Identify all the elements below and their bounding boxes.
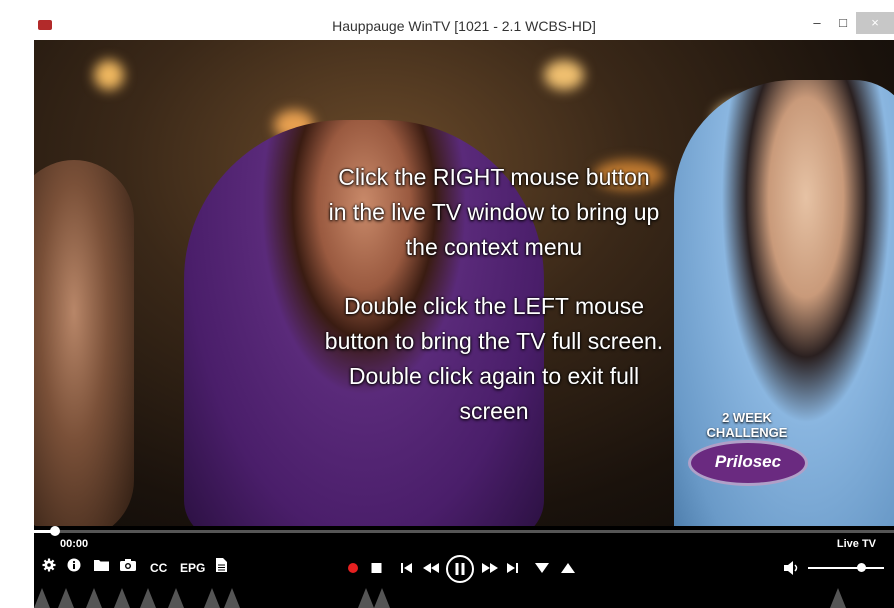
folder-icon[interactable] xyxy=(94,558,109,578)
callout-arrow xyxy=(86,588,102,608)
live-tv-label: Live TV xyxy=(836,538,876,550)
volume-slider[interactable] xyxy=(808,563,884,572)
background-light xyxy=(544,60,584,90)
record-icon[interactable] xyxy=(347,558,359,578)
background-light xyxy=(94,60,124,90)
callout-arrow xyxy=(114,588,130,608)
skip-back-icon[interactable] xyxy=(401,558,413,578)
ad-logo: 2 WEEK CHALLENGE Prilosec xyxy=(686,410,808,490)
minimize-button[interactable]: – xyxy=(804,12,830,34)
callout-arrow xyxy=(358,588,374,608)
callout-arrow xyxy=(34,588,50,608)
callout-arrow xyxy=(830,588,846,608)
title-bar[interactable]: Hauppauge WinTV [1021 - 2.1 WCBS-HD] – □… xyxy=(34,12,894,41)
callout-arrow xyxy=(204,588,220,608)
info-icon[interactable] xyxy=(67,558,81,578)
gear-icon[interactable] xyxy=(42,558,56,578)
right-click-hint: Click the RIGHT mouse button in the live… xyxy=(214,160,774,265)
callout-arrow xyxy=(224,588,240,608)
left-person xyxy=(34,160,134,532)
window-title: Hauppauge WinTV [1021 - 2.1 WCBS-HD] xyxy=(332,18,596,34)
seek-handle[interactable] xyxy=(49,526,60,536)
seek-bar[interactable] xyxy=(34,526,894,536)
wintv-window: Hauppauge WinTV [1021 - 2.1 WCBS-HD] – □… xyxy=(34,12,894,608)
skip-forward-icon[interactable] xyxy=(506,558,518,578)
hint-line: in the live TV window to bring up xyxy=(328,199,660,225)
rewind-icon[interactable] xyxy=(422,558,440,578)
hint-line: Double click the LEFT mouse xyxy=(344,293,644,319)
callout-arrow xyxy=(168,588,184,608)
hint-line: Click the RIGHT mouse button xyxy=(338,164,650,190)
pause-icon[interactable] xyxy=(445,554,475,583)
epg-button[interactable]: EPG xyxy=(180,558,205,578)
closed-captions-button[interactable]: CC xyxy=(150,558,167,578)
speaker-icon[interactable] xyxy=(784,558,800,578)
channel-down-icon[interactable] xyxy=(534,558,550,578)
close-button[interactable]: × xyxy=(856,12,894,34)
callout-arrow xyxy=(140,588,156,608)
ad-challenge-label: 2 WEEK CHALLENGE xyxy=(706,410,788,440)
hint-line: the context menu xyxy=(405,234,583,260)
hint-line: button to bring the TV full screen. xyxy=(324,328,664,354)
live-tv-video[interactable]: Click the RIGHT mouse button in the live… xyxy=(34,40,894,532)
stop-icon[interactable] xyxy=(371,558,382,578)
callout-arrows xyxy=(34,588,846,608)
ad-brand-name: Prilosec xyxy=(688,440,808,486)
channel-up-icon[interactable] xyxy=(560,558,576,578)
callout-arrow xyxy=(58,588,74,608)
volume-handle[interactable] xyxy=(857,563,867,572)
maximize-button[interactable]: □ xyxy=(830,12,856,34)
fast-forward-icon[interactable] xyxy=(481,558,499,578)
time-readout: 00:00 xyxy=(60,538,89,550)
hint-line: Double click again to exit full xyxy=(348,363,640,389)
camera-icon[interactable] xyxy=(120,558,136,578)
double-click-hint: Double click the LEFT mouse button to br… xyxy=(214,289,774,429)
callout-arrow xyxy=(374,588,390,608)
document-icon[interactable] xyxy=(216,558,227,578)
